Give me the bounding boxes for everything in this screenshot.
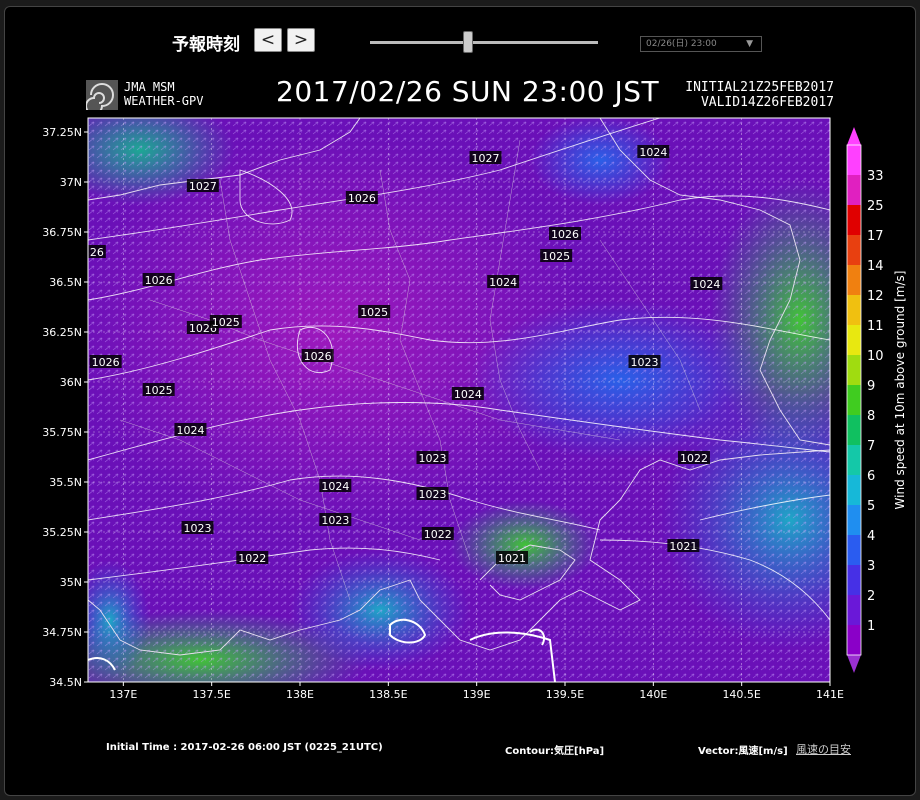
- lat-tick-label: 35N: [60, 576, 82, 589]
- colorbar-tick-label: 6: [867, 469, 875, 484]
- pressure-label: 1023: [419, 488, 447, 501]
- colorbar-tick-label: 12: [867, 289, 884, 304]
- pressure-label: 1021: [498, 552, 526, 565]
- lat-tick-label: 34.75N: [42, 626, 82, 639]
- colorbar-swatch: [847, 265, 861, 295]
- colorbar-swatch: [847, 415, 861, 445]
- colorbar-tick-label: 4: [867, 529, 875, 544]
- colorbar-swatch: [847, 295, 861, 325]
- colorbar-tick-label: 17: [867, 229, 884, 244]
- pressure-label: 1023: [321, 514, 349, 527]
- colorbar-swatch: [847, 235, 861, 265]
- wind-map: 1027 10241027102610261025261026 1024 102410…: [42, 117, 907, 701]
- pressure-label: 1025: [542, 250, 570, 263]
- colorbar-tick-label: 3: [867, 559, 875, 574]
- pressure-label: 1025: [360, 306, 388, 319]
- pressure-label: 1024: [639, 146, 667, 159]
- colorbar-tick-label: 10: [867, 349, 884, 364]
- pressure-label: 1022: [424, 528, 452, 541]
- lon-tick-label: 138E: [286, 688, 314, 701]
- colorbar-tick-label: 14: [867, 259, 884, 274]
- colorbar-min-arrow: [847, 655, 861, 673]
- pressure-label: 1026: [145, 274, 173, 287]
- lat-tick-label: 35.75N: [42, 426, 82, 439]
- initial-time-footer: Initial Time : 2017-02-26 06:00 JST (022…: [106, 742, 383, 753]
- pressure-label: 1024: [489, 276, 517, 289]
- colorbar-swatch: [847, 445, 861, 475]
- pressure-label: 1024: [176, 424, 204, 437]
- lon-tick-label: 138.5E: [369, 688, 407, 701]
- lon-tick-label: 141E: [816, 688, 844, 701]
- lon-tick-label: 139.5E: [546, 688, 584, 701]
- colorbar-tick-label: 9: [867, 379, 875, 394]
- lat-tick-label: 36.5N: [49, 276, 82, 289]
- colorbar-swatch: [847, 175, 861, 205]
- pressure-label: 1026: [304, 350, 332, 363]
- lat-tick-label: 36N: [60, 376, 82, 389]
- pressure-label: 1021: [669, 540, 697, 553]
- pressure-label: 1027: [472, 152, 500, 165]
- colorbar-swatch: [847, 325, 861, 355]
- lat-tick-label: 36.75N: [42, 226, 82, 239]
- lat-tick-label: 37N: [60, 176, 82, 189]
- colorbar-swatch: [847, 625, 861, 655]
- lat-tick-label: 36.25N: [42, 326, 82, 339]
- pressure-label: 1027: [189, 180, 217, 193]
- colorbar-swatch: [847, 205, 861, 235]
- colorbar-swatch: [847, 505, 861, 535]
- pressure-label: 1023: [184, 522, 212, 535]
- map-area: 1027 1024 1027 1026 1026 1025 26 1026 1024 1024 10…: [88, 118, 830, 682]
- pressure-label: 1026: [551, 228, 579, 241]
- colorbar-max-arrow: [847, 127, 861, 145]
- pressure-label: 1024: [454, 388, 482, 401]
- lat-tick-label: 37.25N: [42, 126, 82, 139]
- pressure-label: 1026: [92, 356, 120, 369]
- lon-tick-label: 139E: [463, 688, 491, 701]
- lon-tick-label: 140E: [639, 688, 667, 701]
- lon-tick-label: 140.5E: [722, 688, 760, 701]
- wind-speed-guide-link[interactable]: 風速の目安: [796, 741, 851, 757]
- colorbar-swatch: [847, 385, 861, 415]
- pressure-label: 1023: [631, 356, 659, 369]
- colorbar-tick-label: 25: [867, 199, 884, 214]
- pressure-label: 1026: [348, 192, 376, 205]
- pressure-label: 1025: [212, 316, 240, 329]
- pressure-label: 1024: [692, 278, 720, 291]
- colorbar-tick-label: 5: [867, 499, 875, 514]
- latitude-axis: 37.25N 37N 36.75N 36.5N 36.25N 36N 35.75N 35.5N…: [42, 126, 88, 689]
- lat-tick-label: 35.25N: [42, 526, 82, 539]
- lon-tick-label: 137E: [109, 688, 137, 701]
- lon-tick-label: 137.5E: [192, 688, 230, 701]
- colorbar-tick-label: 7: [867, 439, 875, 454]
- colorbar-swatch: [847, 475, 861, 505]
- vector-legend: Vector:風速[m/s]: [698, 746, 788, 757]
- longitude-axis: 137E 137.5E 138E 138.5E 139E 139.5E 140E 140.5E…: [109, 682, 844, 701]
- colorbar-tick-label: 1: [867, 619, 875, 634]
- contour-legend: Contour:気圧[hPa]: [505, 746, 605, 757]
- pressure-label: 1025: [145, 384, 173, 397]
- pressure-label: 1022: [680, 452, 708, 465]
- pressure-label: 1024: [321, 480, 349, 493]
- colorbar-swatch: [847, 535, 861, 565]
- pressure-label: 1022: [238, 552, 266, 565]
- colorbar-tick-label: 11: [867, 319, 884, 334]
- colorbar-swatch: [847, 145, 861, 175]
- wind-speed-colorbar: 12345678910111214172533: [846, 127, 884, 673]
- pressure-label: 1023: [419, 452, 447, 465]
- lat-tick-label: 35.5N: [49, 476, 82, 489]
- colorbar-title: Wind speed at 10m above ground [m/s]: [893, 271, 907, 510]
- colorbar-swatch: [847, 595, 861, 625]
- lat-tick-label: 34.5N: [49, 676, 82, 689]
- colorbar-tick-label: 2: [867, 589, 875, 604]
- pressure-label: 26: [90, 246, 104, 259]
- colorbar-swatch: [847, 355, 861, 385]
- colorbar-tick-label: 8: [867, 409, 875, 424]
- colorbar-tick-label: 33: [867, 169, 884, 184]
- colorbar-swatch: [847, 565, 861, 595]
